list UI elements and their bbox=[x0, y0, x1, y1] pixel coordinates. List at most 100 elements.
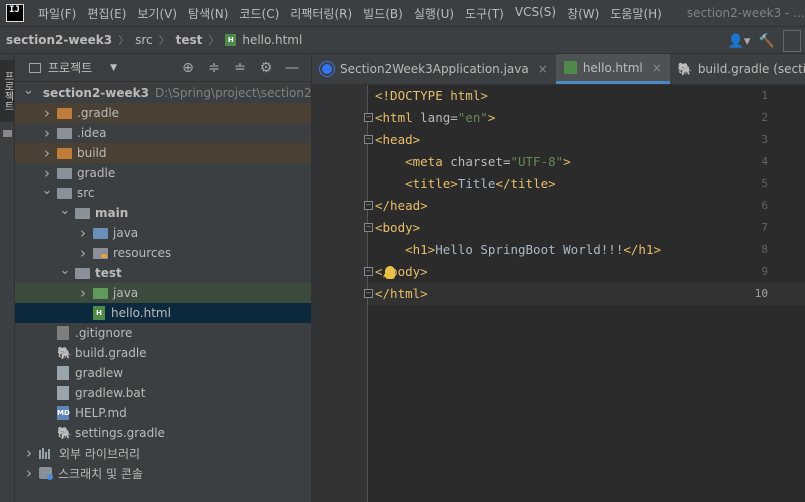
tree-item[interactable]: › resources bbox=[15, 243, 311, 263]
line-number: 5 bbox=[761, 177, 768, 190]
intellij-logo-icon[interactable]: IJ bbox=[6, 4, 24, 22]
tree-item[interactable]: › gradle bbox=[15, 163, 311, 183]
tree-item[interactable]: › 외부 라이브러리 bbox=[15, 443, 311, 463]
tree-item[interactable]: Hhello.html bbox=[15, 303, 311, 323]
chevron-right-icon[interactable]: › bbox=[41, 144, 53, 162]
project-tool-window-button[interactable]: 프로젝트 bbox=[0, 60, 14, 122]
expand-all-icon[interactable]: ≑ bbox=[201, 60, 227, 76]
locate-icon[interactable]: ⊕ bbox=[175, 60, 201, 76]
chevron-down-icon[interactable]: ⌄ bbox=[23, 83, 34, 98]
tree-item-label: resources bbox=[113, 246, 172, 260]
code-line: <body> bbox=[375, 217, 420, 239]
fold-open-icon[interactable]: − bbox=[364, 223, 373, 232]
tree-item[interactable]: › .idea bbox=[15, 123, 311, 143]
tree-item[interactable]: › build bbox=[15, 143, 311, 163]
html-file-icon: H bbox=[225, 34, 237, 46]
breadcrumb-file[interactable]: H hello.html bbox=[225, 33, 302, 47]
menu-item[interactable]: 리팩터링(R) bbox=[290, 5, 352, 22]
build-hammer-icon[interactable]: 🔨 bbox=[755, 30, 779, 52]
code-area[interactable]: 1 <!DOCTYPE html> 2− <html lang="en"> 3− <hea… bbox=[312, 85, 805, 502]
breadcrumb-src[interactable]: src bbox=[135, 33, 153, 47]
tree-item[interactable]: MD HELP.md bbox=[15, 403, 311, 423]
chevron-right-icon[interactable]: › bbox=[77, 244, 89, 262]
chevron-right-icon[interactable]: › bbox=[41, 164, 53, 182]
code-line: <!DOCTYPE html> bbox=[375, 85, 488, 107]
tree-item[interactable]: 🐘 settings.gradle bbox=[15, 423, 311, 443]
chevron-right-icon: 〉 bbox=[208, 34, 220, 47]
chevron-right-icon[interactable]: › bbox=[23, 464, 35, 482]
tree-item-label: HELP.md bbox=[75, 406, 127, 420]
fold-open-icon[interactable]: − bbox=[364, 135, 373, 144]
breadcrumb-test[interactable]: test bbox=[176, 33, 203, 47]
menu-item[interactable]: 코드(C) bbox=[239, 5, 279, 22]
menu-item[interactable]: 탐색(N) bbox=[188, 5, 228, 22]
line-number: 10 bbox=[754, 287, 768, 300]
fold-close-icon[interactable]: − bbox=[364, 201, 373, 210]
tree-item-label: java bbox=[113, 226, 139, 240]
html-file-icon bbox=[563, 61, 577, 74]
close-icon[interactable]: × bbox=[538, 62, 548, 76]
tree-item[interactable]: ⌄ src bbox=[15, 183, 311, 203]
tree-item[interactable]: › 스크래치 및 콘솔 bbox=[15, 463, 311, 483]
code-token: </h1> bbox=[623, 242, 662, 257]
chevron-down-icon[interactable]: ⌄ bbox=[41, 183, 53, 198]
tree-item[interactable]: › java bbox=[15, 223, 311, 243]
navigation-bar: section2-week3 〉 src 〉 test 〉 H hello.ht… bbox=[0, 26, 805, 54]
tree-item[interactable]: ⌄ section2-week3 D:\Spring\project\section… bbox=[15, 83, 312, 103]
chevron-right-icon[interactable]: › bbox=[77, 224, 89, 242]
run-config-icon[interactable] bbox=[783, 30, 801, 52]
editor-tab[interactable]: Section2Week3Application.java × bbox=[312, 54, 556, 84]
tree-item[interactable]: › .gradle bbox=[15, 103, 311, 123]
tree-item-label: .gitignore bbox=[75, 326, 133, 340]
tree-item[interactable]: .gitignore bbox=[15, 323, 311, 343]
fold-close-icon[interactable]: − bbox=[364, 267, 373, 276]
line-number: 2 bbox=[761, 111, 768, 124]
code-token: </html> bbox=[375, 286, 428, 301]
menu-item[interactable]: VCS(S) bbox=[515, 5, 556, 22]
menu-item[interactable]: 보기(V) bbox=[137, 5, 177, 22]
gear-icon[interactable]: ⚙ bbox=[253, 60, 279, 76]
tree-item[interactable]: › java bbox=[15, 283, 311, 303]
chevron-right-icon[interactable]: › bbox=[23, 444, 35, 462]
tree-item-label: settings.gradle bbox=[75, 426, 165, 440]
chevron-right-icon[interactable]: › bbox=[77, 284, 89, 302]
tree-item[interactable]: gradlew bbox=[15, 363, 311, 383]
menu-item[interactable]: 실행(U) bbox=[414, 5, 454, 22]
line-number: 6 bbox=[761, 199, 768, 212]
chevron-down-icon[interactable]: ⌄ bbox=[59, 263, 71, 278]
hide-icon[interactable]: — bbox=[279, 60, 305, 76]
menu-item[interactable]: 편집(E) bbox=[87, 5, 126, 22]
line-number: 8 bbox=[761, 243, 768, 256]
chevron-right-icon[interactable]: › bbox=[41, 124, 53, 142]
collapse-all-icon[interactable]: ≐ bbox=[227, 60, 253, 76]
chevron-right-icon[interactable]: › bbox=[41, 104, 53, 122]
menu-item[interactable]: 도구(T) bbox=[465, 5, 504, 22]
gradle-file-icon: 🐘 bbox=[57, 346, 72, 360]
editor-tab[interactable]: hello.html × bbox=[555, 54, 670, 84]
menu-item[interactable]: 도움말(H) bbox=[610, 5, 662, 22]
tree-item[interactable]: gradlew.bat bbox=[15, 383, 311, 403]
tree-item[interactable]: ⌄ main bbox=[15, 203, 311, 223]
close-icon[interactable]: × bbox=[652, 61, 662, 75]
fold-open-icon[interactable]: − bbox=[364, 113, 373, 122]
tree-item[interactable]: 🐘 build.gradle bbox=[15, 343, 311, 363]
menu-item[interactable]: 창(W) bbox=[567, 5, 599, 22]
html-file-icon: H bbox=[93, 306, 105, 320]
fold-close-icon[interactable]: − bbox=[364, 289, 373, 298]
tree-item-label: main bbox=[95, 206, 129, 220]
editor-tab[interactable]: 🐘 build.gradle (section2-week bbox=[670, 54, 805, 84]
menu-item[interactable]: 빌드(B) bbox=[363, 5, 403, 22]
menu-item[interactable]: 파일(F) bbox=[38, 5, 76, 22]
code-line: <head> bbox=[375, 129, 420, 151]
chevron-down-icon[interactable]: ⌄ bbox=[59, 203, 71, 218]
breadcrumb-file-label: hello.html bbox=[242, 33, 303, 47]
test-folder-icon bbox=[93, 287, 108, 299]
line-number: 1 bbox=[761, 89, 768, 102]
project-view-selector[interactable]: 프로젝트 ▼ bbox=[29, 59, 117, 76]
user-icon[interactable]: 👤▾ bbox=[727, 30, 751, 52]
breadcrumb-project[interactable]: section2-week3 bbox=[6, 33, 112, 47]
tree-item[interactable]: ⌄ test bbox=[15, 263, 311, 283]
gitignore-file-icon bbox=[57, 326, 69, 340]
code-token: </head> bbox=[375, 198, 428, 213]
